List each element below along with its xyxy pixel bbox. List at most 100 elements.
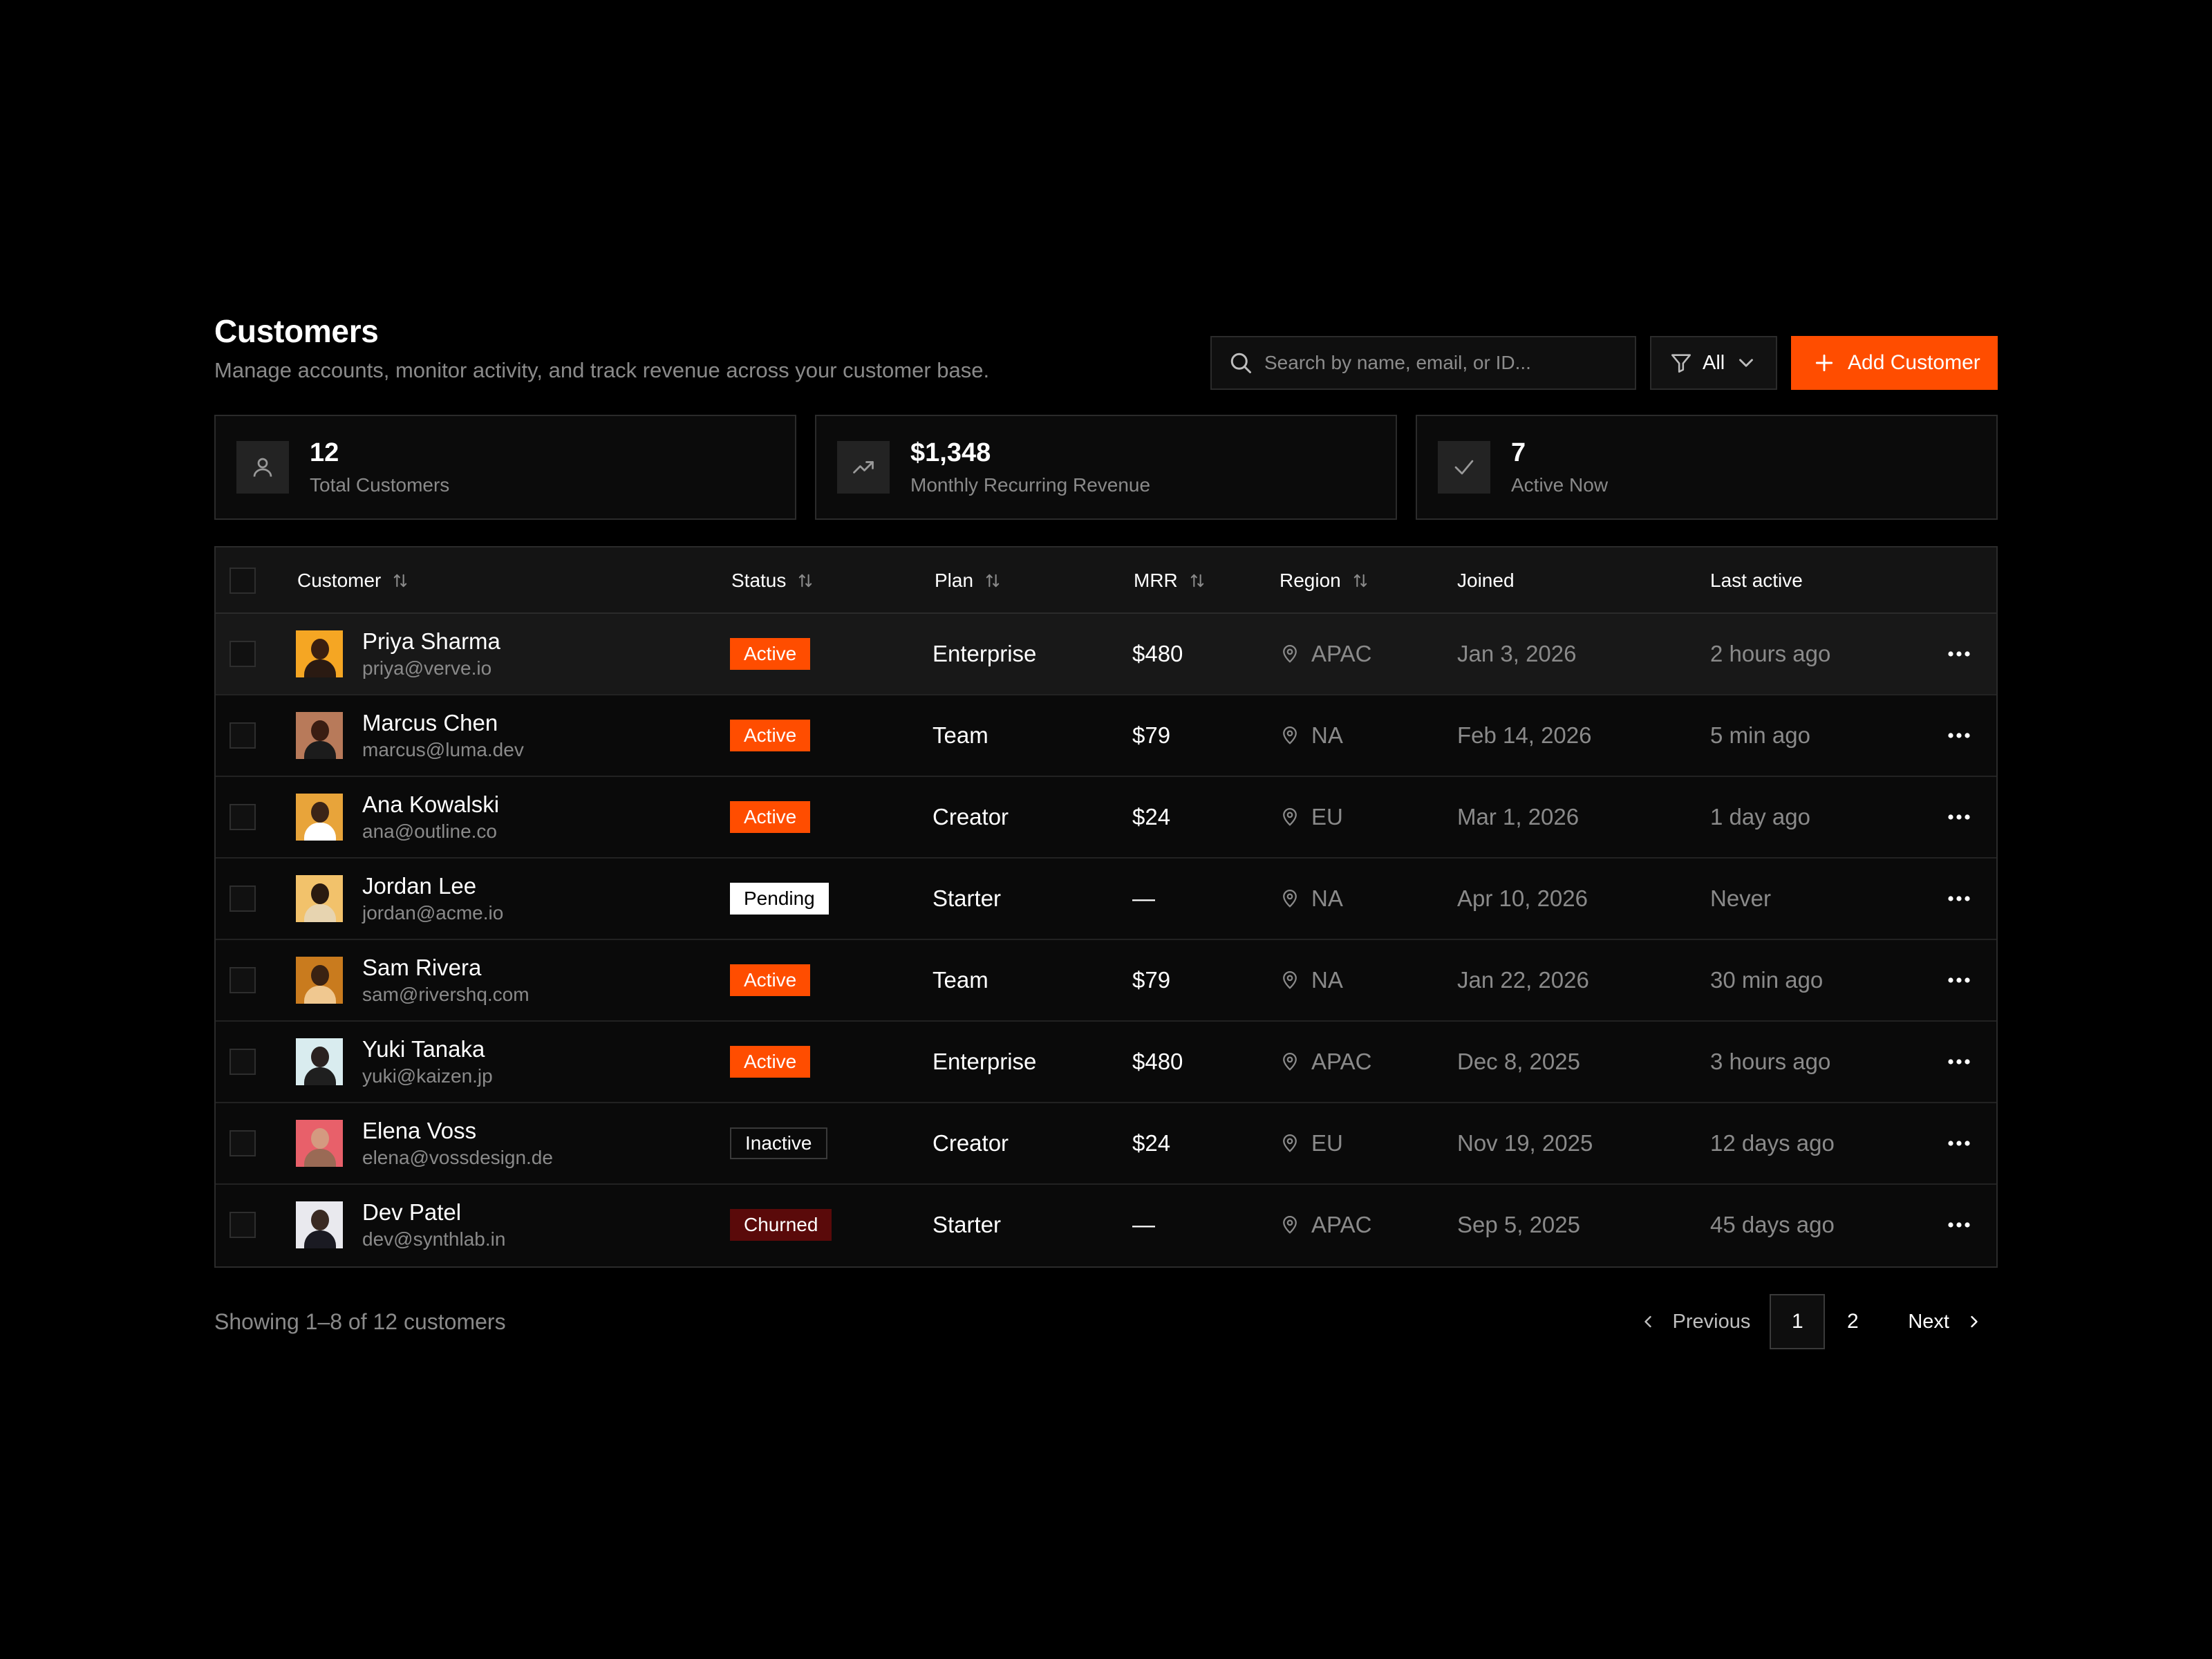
plan-cell: Starter: [932, 885, 1002, 911]
more-options-icon: [1948, 814, 1970, 820]
row-actions-button[interactable]: [1947, 859, 1971, 939]
row-checkbox[interactable]: [229, 885, 256, 912]
region-cell: NA: [1280, 859, 1343, 939]
plan-cell: Creator: [932, 1130, 1009, 1156]
search-input[interactable]: [1264, 352, 1624, 374]
column-header-plan[interactable]: Plan: [935, 547, 1002, 614]
avatar-head: [311, 965, 329, 986]
status-badge: Pending: [730, 883, 829, 915]
row-checkbox[interactable]: [229, 641, 256, 667]
column-header-mrr[interactable]: MRR: [1134, 547, 1207, 614]
avatar-body: [304, 1067, 336, 1085]
customer-names: Priya Sharma priya@verve.io: [362, 628, 500, 679]
customer-name[interactable]: Yuki Tanaka: [362, 1036, 493, 1062]
select-all-checkbox[interactable]: [229, 568, 256, 594]
mrr-cell: $24: [1132, 1130, 1171, 1156]
row-checkbox[interactable]: [229, 967, 256, 993]
sort-icon: [799, 574, 812, 588]
row-checkbox[interactable]: [229, 1049, 256, 1075]
customer-name[interactable]: Marcus Chen: [362, 710, 524, 736]
stat-icon-box: [837, 441, 890, 494]
joined-cell: Mar 1, 2026: [1457, 804, 1580, 830]
plan-cell: Creator: [932, 804, 1009, 830]
plan-cell: Team: [932, 967, 988, 993]
customer-email: ana@outline.co: [362, 821, 498, 842]
last-active-cell: 5 min ago: [1710, 722, 1810, 748]
page-header: Customers Manage accounts, monitor activ…: [214, 304, 1998, 401]
location-pin-icon: [1283, 727, 1297, 744]
column-header-status[interactable]: Status: [731, 547, 815, 614]
table-row[interactable]: Yuki Tanaka yuki@kaizen.jp Active Enterp…: [216, 1022, 1996, 1103]
page-1-button[interactable]: 1: [1770, 1294, 1826, 1349]
stat-card-total-customers: 12 Total Customers: [214, 415, 796, 520]
region-label: APAC: [1311, 641, 1372, 666]
customer-name[interactable]: Elena Voss: [362, 1118, 553, 1144]
status-badge: Active: [730, 964, 811, 996]
row-actions-button[interactable]: [1947, 777, 1971, 857]
table-row[interactable]: Dev Patel dev@synthlab.in Churned Starte…: [216, 1185, 1996, 1266]
avatar: [296, 1201, 343, 1248]
column-header-region[interactable]: Region: [1280, 547, 1370, 614]
column-label: Region: [1280, 570, 1341, 591]
column-label: Plan: [935, 570, 974, 591]
customer-name[interactable]: Dev Patel: [362, 1199, 505, 1226]
row-actions-button[interactable]: [1947, 614, 1971, 694]
row-actions-button[interactable]: [1947, 1103, 1971, 1183]
row-actions-button[interactable]: [1947, 1022, 1971, 1102]
table-row[interactable]: Jordan Lee jordan@acme.io Pending Starte…: [216, 859, 1996, 940]
previous-label: Previous: [1672, 1310, 1751, 1333]
region-label: EU: [1311, 804, 1343, 830]
customer-cell: Elena Voss elena@vossdesign.de: [296, 1103, 553, 1183]
mrr-cell: $79: [1132, 722, 1171, 748]
row-actions-button[interactable]: [1947, 1185, 1971, 1265]
table-row[interactable]: Elena Voss elena@vossdesign.de Inactive …: [216, 1103, 1996, 1185]
table-row[interactable]: Marcus Chen marcus@luma.dev Active Team …: [216, 695, 1996, 777]
region-label: APAC: [1311, 1049, 1372, 1074]
customer-name[interactable]: Sam Rivera: [362, 955, 529, 981]
region-cell: EU: [1280, 1103, 1343, 1183]
mrr-cell: $480: [1132, 641, 1183, 666]
avatar-body: [304, 904, 336, 922]
customer-name[interactable]: Priya Sharma: [362, 628, 500, 655]
page-2-button[interactable]: 2: [1825, 1294, 1880, 1349]
joined-cell: Jan 3, 2026: [1457, 641, 1577, 666]
row-checkbox[interactable]: [229, 1130, 256, 1156]
row-checkbox[interactable]: [229, 804, 256, 830]
filter-icon: [1671, 354, 1691, 373]
joined-cell: Feb 14, 2026: [1457, 722, 1592, 748]
filter-dropdown[interactable]: All: [1650, 336, 1777, 390]
table-row[interactable]: Priya Sharma priya@verve.io Active Enter…: [216, 614, 1996, 695]
row-checkbox[interactable]: [229, 1212, 256, 1238]
customer-names: Dev Patel dev@synthlab.in: [362, 1199, 505, 1250]
location-pin-icon: [1283, 971, 1297, 989]
mrr-cell: —: [1132, 1212, 1155, 1237]
customer-cell: Ana Kowalski ana@outline.co: [296, 777, 499, 857]
customer-email: sam@rivershq.com: [362, 984, 529, 1005]
filter-label: All: [1703, 351, 1725, 374]
more-options-icon: [1948, 896, 1970, 901]
customer-name[interactable]: Ana Kowalski: [362, 791, 499, 818]
row-actions-button[interactable]: [1947, 940, 1971, 1020]
customer-cell: Jordan Lee jordan@acme.io: [296, 859, 503, 939]
status-badge: Active: [730, 720, 811, 751]
customer-email: priya@verve.io: [362, 657, 492, 679]
page-subtitle: Manage accounts, monitor activity, and t…: [214, 358, 990, 382]
row-actions-button[interactable]: [1947, 695, 1971, 776]
last-active-cell: 45 days ago: [1710, 1212, 1835, 1237]
table-row[interactable]: Ana Kowalski ana@outline.co Active Creat…: [216, 777, 1996, 859]
mrr-cell: $79: [1132, 967, 1171, 993]
add-customer-button[interactable]: Add Customer: [1791, 336, 1998, 390]
customers-table: Customer Status Plan MRR Region Joined L…: [214, 546, 1998, 1268]
status-cell: Active: [730, 1022, 811, 1102]
search-box[interactable]: [1210, 336, 1636, 390]
previous-page-button[interactable]: Previous: [1638, 1310, 1751, 1333]
column-header-customer[interactable]: Customer: [297, 547, 410, 614]
customer-cell: Yuki Tanaka yuki@kaizen.jp: [296, 1022, 493, 1102]
row-checkbox[interactable]: [229, 722, 256, 749]
mrr-cell: $480: [1132, 1049, 1183, 1074]
customer-name[interactable]: Jordan Lee: [362, 873, 503, 899]
next-page-button[interactable]: Next: [1908, 1311, 1984, 1333]
showing-count: Showing 1–8 of 12 customers: [214, 1309, 506, 1334]
avatar-head: [311, 639, 329, 659]
table-row[interactable]: Sam Rivera sam@rivershq.com Active Team …: [216, 940, 1996, 1022]
